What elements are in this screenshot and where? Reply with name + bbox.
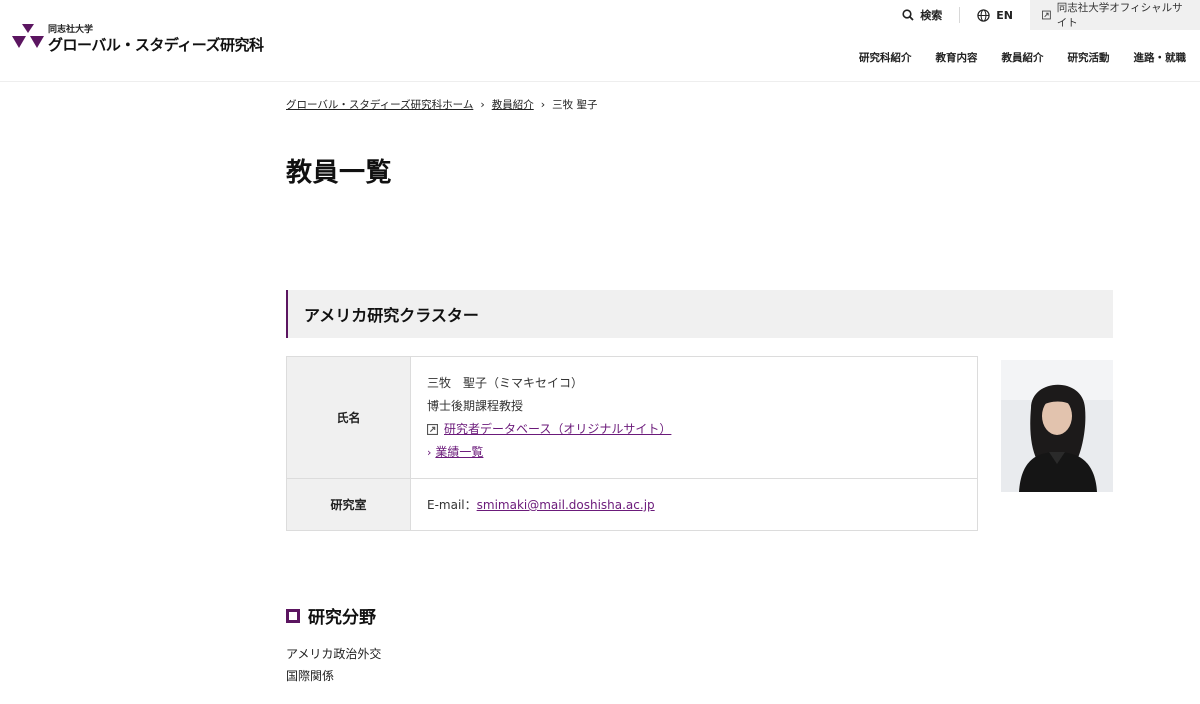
portrait-image — [1001, 360, 1113, 492]
breadcrumb-home[interactable]: グローバル・スタディーズ研究科ホーム — [286, 97, 473, 112]
language-switch[interactable]: EN — [960, 0, 1030, 30]
site-header: 同志社大学 グローバル・スタディーズ研究科 検索 EN 同志社大学オフィシャルサ… — [0, 0, 1200, 82]
list-item: アメリカ政治外交 — [286, 647, 382, 661]
external-link-icon — [427, 423, 438, 435]
page-title: 教員一覧 — [286, 158, 393, 188]
researcher-database-link[interactable]: 研究者データベース（オリジナルサイト） — [444, 422, 671, 436]
profile-table: 氏名 三牧 聖子（ミマキセイコ） 博士後期課程教授 研究者データベース（オリジナ… — [286, 356, 978, 531]
breadcrumb: グローバル・スタディーズ研究科ホーム › 教員紹介 › 三牧 聖子 — [286, 97, 597, 112]
official-site-link[interactable]: 同志社大学オフィシャルサイト — [1030, 0, 1200, 30]
square-bullet-icon — [286, 608, 300, 623]
search-button[interactable]: 検索 — [885, 0, 959, 30]
globe-icon — [977, 8, 990, 22]
external-link-icon — [1042, 10, 1051, 20]
name-cell: 三牧 聖子（ミマキセイコ） 博士後期課程教授 研究者データベース（オリジナルサイ… — [410, 356, 978, 479]
chevron-right-icon: › — [427, 445, 432, 459]
faculty-name: 三牧 聖子（ミマキセイコ） — [427, 375, 584, 390]
logo-university-name: 同志社大学 — [48, 25, 94, 35]
site-logo[interactable]: 同志社大学 グローバル・スタディーズ研究科 — [12, 24, 264, 54]
cluster-heading: アメリカ研究クラスター — [286, 290, 1113, 338]
faculty-position: 博士後期課程教授 — [427, 398, 524, 413]
name-header: 氏名 — [286, 356, 411, 479]
logo-triangles-icon — [12, 24, 44, 48]
logo-school-name: グローバル・スタディーズ研究科 — [48, 36, 264, 54]
official-site-label: 同志社大学オフィシャルサイト — [1056, 2, 1183, 29]
achievements-link[interactable]: 業績一覧 — [435, 445, 483, 459]
search-icon — [902, 9, 914, 21]
faculty-photo — [1001, 360, 1113, 492]
nav-research[interactable]: 研究活動 — [1068, 50, 1110, 65]
language-label: EN — [996, 8, 1013, 22]
lab-header: 研究室 — [286, 478, 411, 531]
breadcrumb-faculty[interactable]: 教員紹介 — [492, 97, 534, 112]
lab-cell: E-mail：smimaki@mail.doshisha.ac.jp — [410, 478, 978, 531]
nav-about[interactable]: 研究科紹介 — [859, 50, 912, 65]
nav-education[interactable]: 教育内容 — [936, 50, 978, 65]
chevron-right-icon: › — [480, 98, 485, 111]
email-label: E-mail： — [427, 498, 477, 512]
table-row: 氏名 三牧 聖子（ミマキセイコ） 博士後期課程教授 研究者データベース（オリジナ… — [286, 356, 978, 479]
global-nav: 研究科紹介 教育内容 教員紹介 研究活動 進路・就職 — [835, 50, 1186, 65]
list-item: 国際関係 — [286, 669, 335, 683]
nav-career[interactable]: 進路・就職 — [1134, 50, 1187, 65]
achievements-link-row: › 業績一覧 — [427, 441, 977, 464]
email-link[interactable]: smimaki@mail.doshisha.ac.jp — [477, 498, 655, 512]
research-title: 研究分野 — [308, 608, 376, 628]
search-label: 検索 — [920, 9, 943, 22]
research-section-heading: 研究分野 — [286, 603, 376, 628]
table-row: 研究室 E-mail：smimaki@mail.doshisha.ac.jp — [286, 478, 978, 531]
utility-nav: 検索 EN 同志社大学オフィシャルサイト — [885, 0, 1200, 30]
nav-faculty[interactable]: 教員紹介 — [1002, 50, 1044, 65]
database-link-row: 研究者データベース（オリジナルサイト） — [427, 418, 977, 441]
research-fields: アメリカ政治外交 国際関係 — [286, 643, 381, 687]
breadcrumb-current: 三牧 聖子 — [552, 99, 598, 111]
chevron-right-icon: › — [540, 98, 546, 111]
cluster-title: アメリカ研究クラスター — [304, 306, 479, 325]
